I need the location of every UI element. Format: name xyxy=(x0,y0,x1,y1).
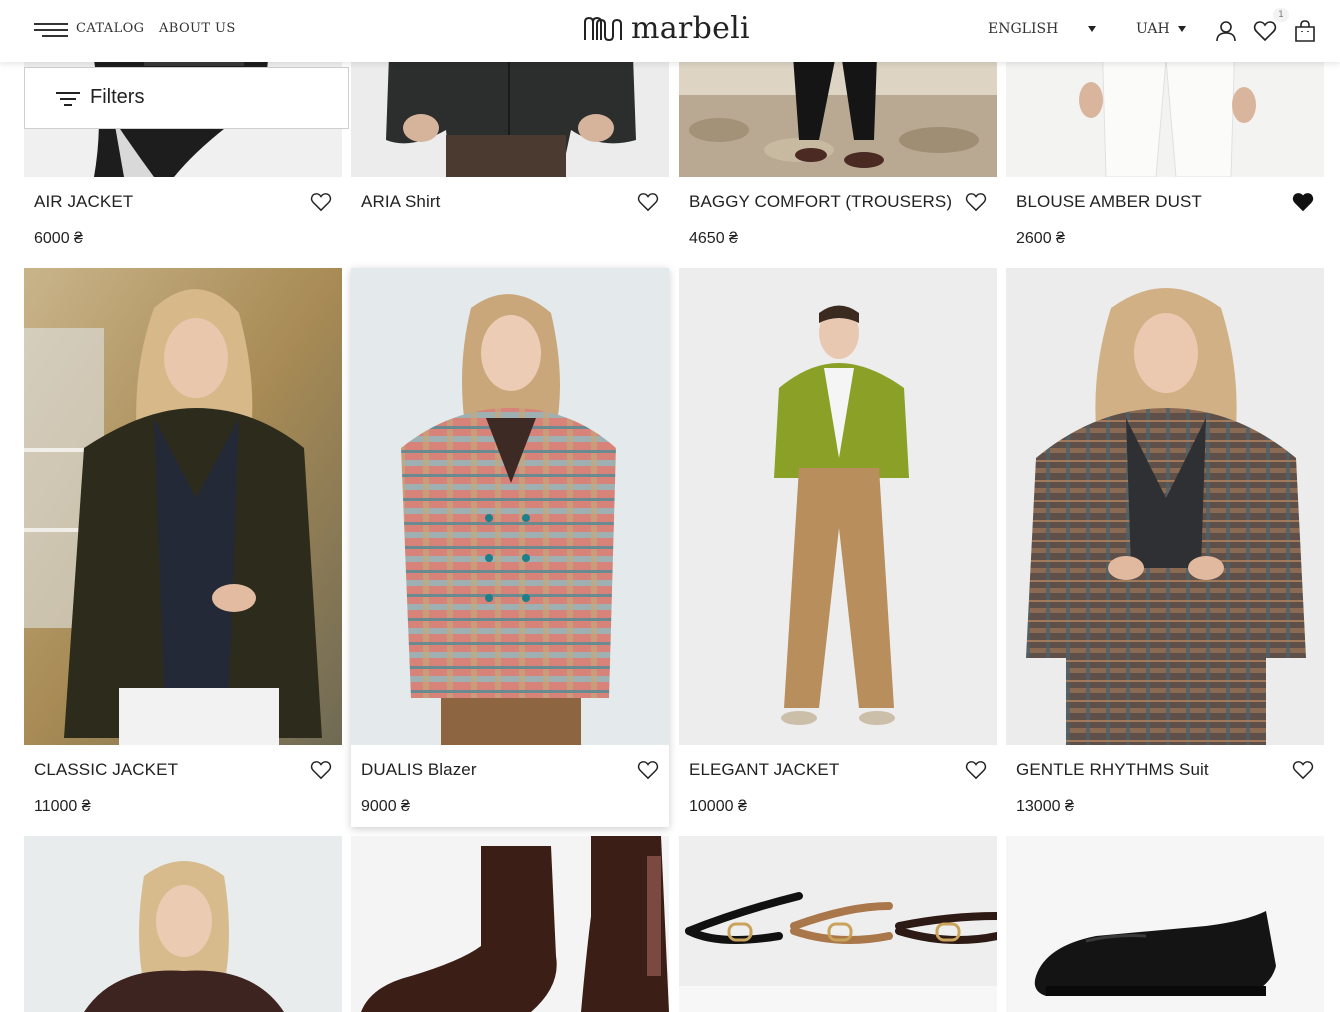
product-card[interactable]: CLASSIC JACKET 11000 ₴ xyxy=(24,268,342,828)
product-image[interactable] xyxy=(24,268,342,745)
add-to-wishlist-heart-icon[interactable] xyxy=(637,760,659,780)
add-to-wishlist-heart-icon[interactable] xyxy=(1292,760,1314,780)
menu-icon[interactable] xyxy=(34,22,68,38)
product-image[interactable] xyxy=(1006,268,1324,745)
product-card[interactable]: GENTLE RHYTHMS Suit 13000 ₴ xyxy=(1006,268,1324,828)
product-name[interactable]: AIR JACKET xyxy=(34,192,133,212)
product-price: 11000 ₴ xyxy=(34,798,91,815)
product-name[interactable]: ELEGANT JACKET xyxy=(689,760,839,780)
product-card[interactable] xyxy=(1006,836,1324,1012)
product-image[interactable] xyxy=(679,268,997,745)
add-to-wishlist-heart-icon[interactable] xyxy=(310,760,332,780)
product-image[interactable] xyxy=(679,836,997,1012)
product-price: 10000 ₴ xyxy=(689,798,747,815)
filter-lines-icon xyxy=(56,92,80,106)
product-card[interactable] xyxy=(24,836,342,1012)
product-image[interactable] xyxy=(1006,836,1324,1012)
product-name[interactable]: CLASSIC JACKET xyxy=(34,760,178,780)
product-price: 2600 ₴ xyxy=(1016,230,1065,247)
product-card[interactable] xyxy=(679,836,997,1012)
product-card[interactable] xyxy=(351,836,669,1012)
wishlist-count-badge: 1 xyxy=(1273,8,1289,22)
product-name[interactable]: DUALIS Blazer xyxy=(361,760,477,780)
product-card[interactable]: ELEGANT JACKET 10000 ₴ xyxy=(679,268,997,828)
logo-mark-icon xyxy=(584,16,622,41)
add-to-wishlist-heart-icon[interactable] xyxy=(965,192,987,212)
add-to-wishlist-heart-icon[interactable] xyxy=(965,760,987,780)
product-price: 4650 ₴ xyxy=(689,230,738,247)
nav-about-us[interactable]: ABOUT US xyxy=(159,21,236,36)
logo-text: marbeli xyxy=(631,11,750,46)
cart-bag-icon[interactable] xyxy=(1293,19,1317,43)
currency-select[interactable]: UAH xyxy=(1136,21,1170,37)
filters-button[interactable]: Filters xyxy=(24,67,349,129)
site-header: CATALOG ABOUT US marbeli ENGLISH UAH 1 xyxy=(0,0,1340,62)
product-card[interactable]: DUALIS Blazer 9000 ₴ xyxy=(351,268,669,827)
product-name[interactable]: BLOUSE AMBER DUST xyxy=(1016,192,1202,212)
currency-chevron-down-icon[interactable] xyxy=(1178,26,1186,32)
product-price: 9000 ₴ xyxy=(361,798,410,815)
product-price: 6000 ₴ xyxy=(34,230,83,247)
product-image[interactable] xyxy=(351,836,669,1012)
user-icon[interactable] xyxy=(1214,19,1238,43)
wishlist-heart-filled-icon[interactable] xyxy=(1292,192,1314,212)
filters-label: Filters xyxy=(90,86,145,108)
product-name[interactable]: GENTLE RHYTHMS Suit xyxy=(1016,760,1209,780)
product-image[interactable] xyxy=(351,268,669,745)
nav-catalog[interactable]: CATALOG xyxy=(76,21,144,36)
wishlist-heart-icon[interactable] xyxy=(1253,19,1277,43)
product-image[interactable] xyxy=(24,836,342,1012)
product-name[interactable]: ARIA Shirt xyxy=(361,192,440,212)
product-price: 13000 ₴ xyxy=(1016,798,1074,815)
add-to-wishlist-heart-icon[interactable] xyxy=(637,192,659,212)
language-chevron-down-icon[interactable] xyxy=(1088,26,1096,32)
logo[interactable]: marbeli xyxy=(583,11,750,46)
add-to-wishlist-heart-icon[interactable] xyxy=(310,192,332,212)
language-select[interactable]: ENGLISH xyxy=(988,21,1058,37)
product-name[interactable]: BAGGY COMFORT (TROUSERS) xyxy=(689,192,952,212)
